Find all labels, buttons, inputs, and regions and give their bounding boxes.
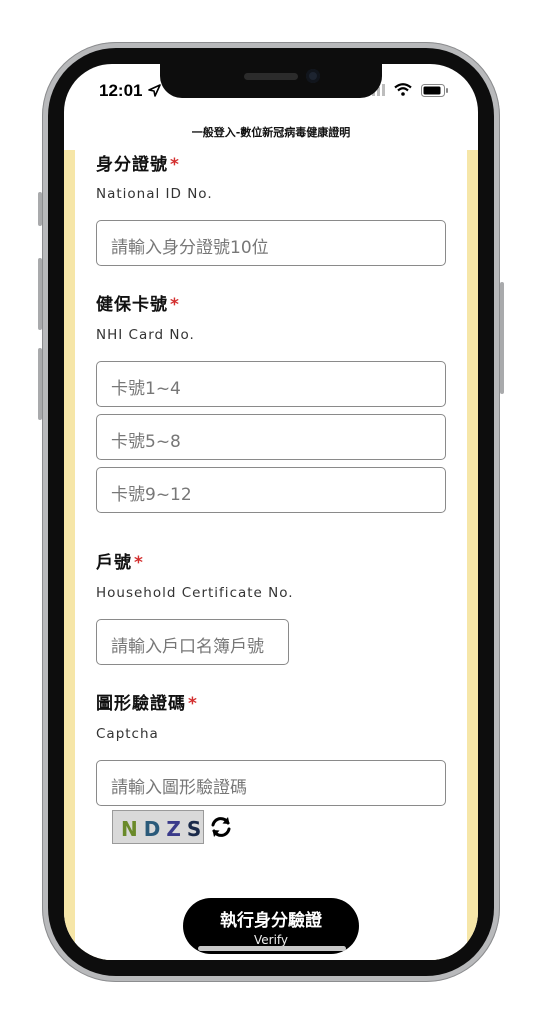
required-mark: *	[188, 694, 198, 714]
household-input[interactable]: 請輸入戶口名簿戶號	[96, 619, 289, 665]
refresh-icon[interactable]	[208, 814, 234, 840]
nhi-card-placeholder-3: 卡號9~12	[111, 485, 192, 505]
nhi-card-placeholder-1: 卡號1~4	[111, 379, 181, 399]
captcha-image-text: NDZS	[121, 817, 208, 841]
login-form: 身分證號 * National ID No. 請輸入身分證號10位 健保卡號 * N…	[75, 150, 467, 960]
national-id-placeholder: 請輸入身分證號10位	[111, 238, 269, 258]
household-label-en: Household Certificate No.	[96, 585, 294, 601]
nhi-card-label-en: NHI Card No.	[96, 327, 195, 343]
form-area: 身分證號 * National ID No. 請輸入身分證號10位 健保卡號 * N…	[64, 150, 478, 960]
national-id-label: 身分證號 *	[96, 155, 180, 175]
required-mark: *	[170, 155, 180, 175]
page-title: 一般登入-數位新冠病毒健康證明	[191, 126, 351, 139]
battery-icon	[421, 84, 448, 97]
national-id-input[interactable]: 請輸入身分證號10位	[96, 220, 446, 266]
home-indicator[interactable]	[198, 946, 346, 951]
power-button	[500, 282, 504, 394]
nhi-card-input-1[interactable]: 卡號1~4	[96, 361, 446, 407]
verify-button-label: 執行身分驗證	[220, 911, 322, 931]
captcha-label-en: Captcha	[96, 726, 159, 742]
household-label: 戶號 *	[96, 553, 144, 573]
location-arrow-icon	[148, 84, 161, 97]
nhi-card-input-2[interactable]: 卡號5~8	[96, 414, 446, 460]
nhi-card-placeholder-2: 卡號5~8	[111, 432, 181, 452]
required-mark: *	[134, 553, 144, 573]
captcha-label: 圖形驗證碼 *	[96, 694, 198, 714]
verify-button-label-en: Verify	[253, 933, 289, 947]
wifi-icon	[394, 83, 412, 96]
page-header: 一般登入-數位新冠病毒健康證明	[64, 116, 478, 151]
nhi-card-label: 健保卡號 *	[96, 295, 180, 315]
mute-switch	[38, 192, 42, 226]
national-id-label-en: National ID No.	[96, 186, 213, 202]
phone-screen: 12:01 一般登入-數位新冠病毒健康證明 身分證號 * National ID…	[64, 64, 478, 960]
speaker-grille	[244, 73, 298, 80]
notch	[160, 64, 382, 98]
captcha-image: NDZS	[112, 810, 204, 844]
captcha-placeholder: 請輸入圖形驗證碼	[111, 778, 247, 798]
household-placeholder: 請輸入戶口名簿戶號	[111, 637, 264, 657]
volume-down-button	[38, 348, 42, 420]
captcha-input[interactable]: 請輸入圖形驗證碼	[96, 760, 446, 806]
volume-up-button	[38, 258, 42, 330]
status-time: 12:01	[99, 81, 143, 100]
front-camera	[306, 69, 320, 83]
nhi-card-input-3[interactable]: 卡號9~12	[96, 467, 446, 513]
required-mark: *	[170, 295, 180, 315]
